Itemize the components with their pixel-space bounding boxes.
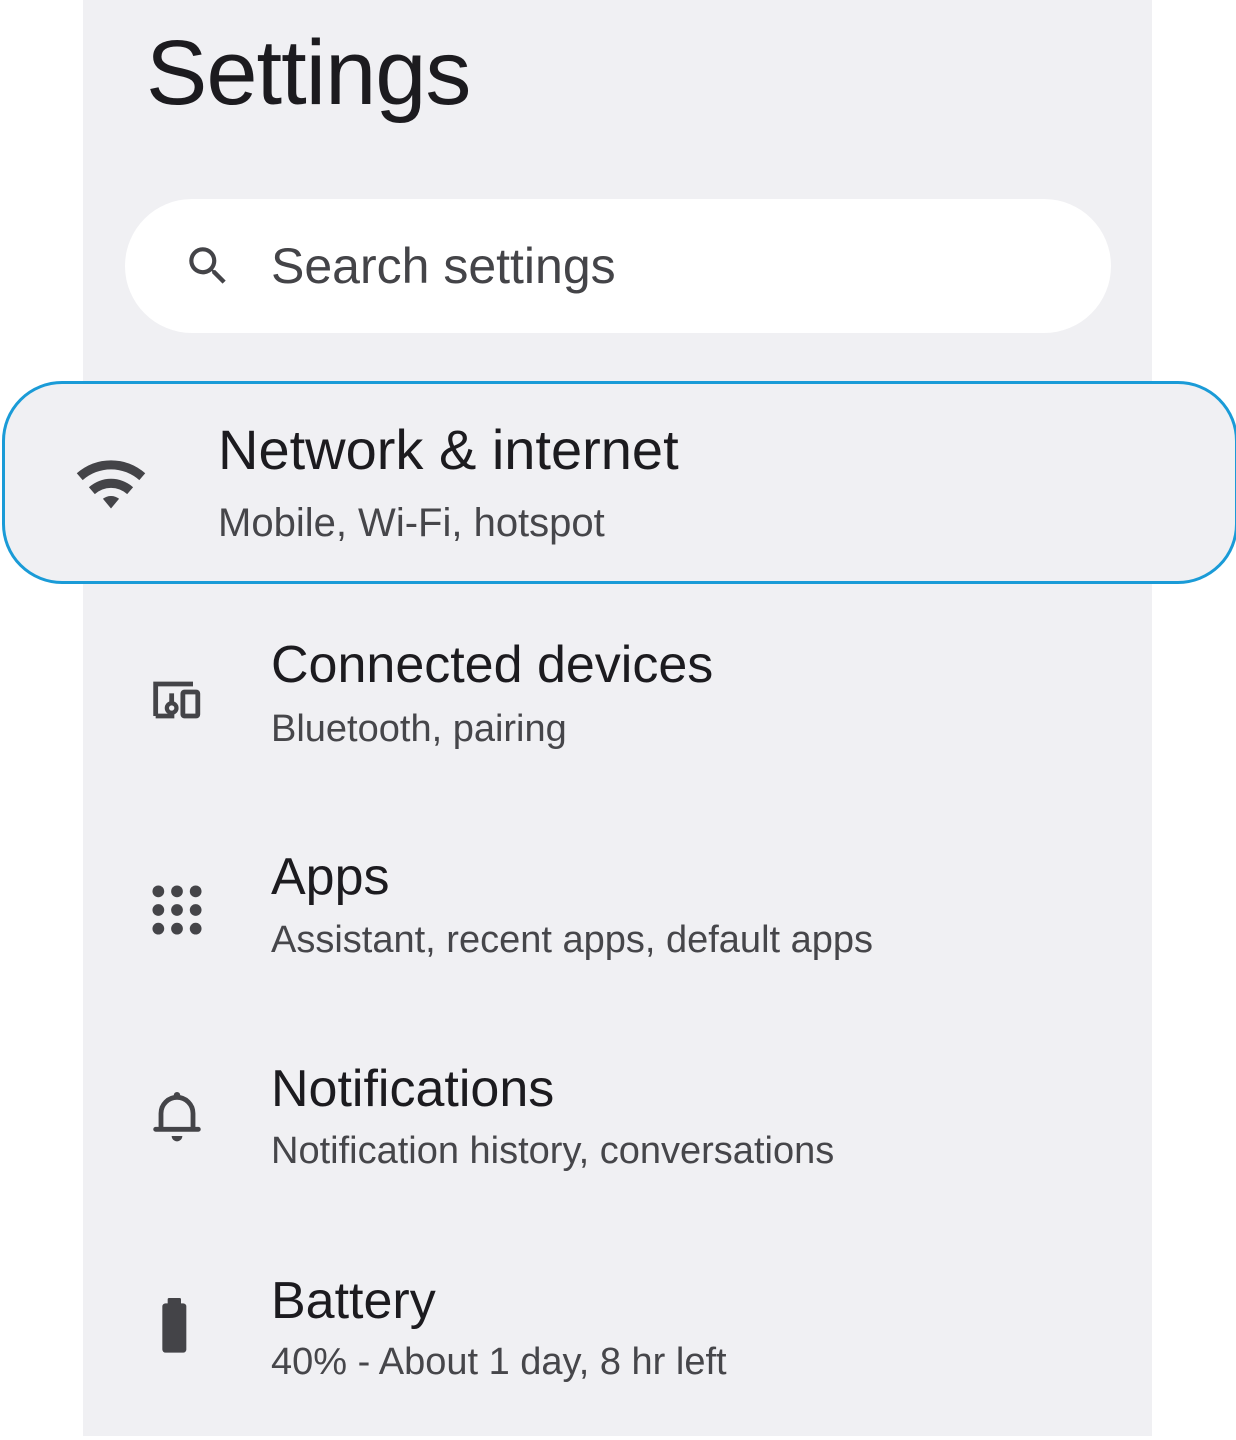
page-title: Settings	[146, 22, 471, 124]
settings-item-battery[interactable]: Battery 40% - About 1 day, 8 hr left	[83, 1240, 1152, 1440]
settings-item-connected-devices[interactable]: Connected devices Bluetooth, pairing	[83, 610, 1152, 810]
devices-icon	[153, 681, 201, 719]
settings-item-subtitle: Mobile, Wi-Fi, hotspot	[218, 501, 605, 545]
settings-item-subtitle: 40% - About 1 day, 8 hr left	[271, 1341, 727, 1383]
search-input[interactable]: Search settings	[271, 235, 616, 297]
settings-item-title: Notifications	[271, 1060, 555, 1118]
bell-icon	[153, 1092, 201, 1142]
settings-item-subtitle: Assistant, recent apps, default apps	[271, 919, 874, 961]
settings-item-apps[interactable]: Apps Assistant, recent apps, default app…	[83, 820, 1152, 1020]
settings-item-title: Network & internet	[218, 418, 679, 481]
settings-item-subtitle: Notification history, conversations	[271, 1130, 835, 1172]
settings-item-title: Battery	[271, 1272, 436, 1330]
search-icon	[189, 247, 226, 284]
apps-grid-icon	[152, 885, 202, 935]
search-bar[interactable]: Search settings	[125, 199, 1111, 333]
battery-icon	[162, 1298, 187, 1353]
settings-item-title: Connected devices	[271, 636, 714, 694]
settings-item-subtitle: Bluetooth, pairing	[271, 708, 567, 750]
settings-item-network[interactable]: Network & internet Mobile, Wi-Fi, hotspo…	[2, 381, 1236, 584]
wifi-icon	[76, 460, 146, 509]
settings-item-title: Apps	[271, 848, 390, 906]
settings-item-notifications[interactable]: Notifications Notification history, conv…	[83, 1030, 1152, 1230]
